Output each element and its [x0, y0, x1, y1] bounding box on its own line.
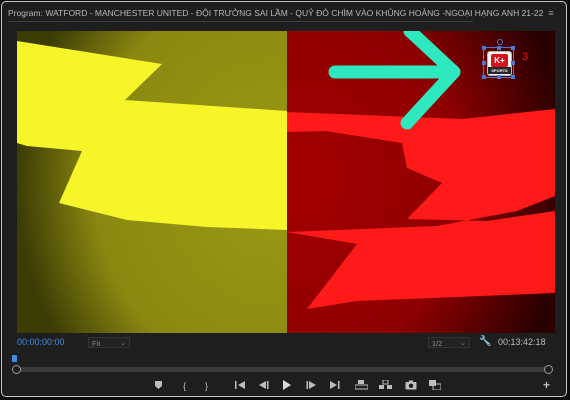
current-timecode[interactable]: 00:00:00:00	[17, 337, 65, 347]
scroll-handle-left[interactable]	[12, 365, 21, 374]
playback-resolution-label: 1/2	[432, 339, 443, 348]
resize-handle[interactable]	[511, 46, 515, 50]
time-ruler-bar[interactable]	[16, 367, 548, 372]
mark-out-icon[interactable]: }	[205, 380, 208, 392]
video-frame[interactable]: K+ SPORTS 3	[17, 31, 555, 333]
mark-in-icon[interactable]: {	[183, 380, 186, 392]
step-forward-icon[interactable]	[306, 380, 317, 393]
add-marker-icon[interactable]	[154, 380, 163, 393]
step-back-icon[interactable]	[258, 380, 269, 393]
go-to-in-icon[interactable]	[235, 380, 246, 393]
resize-handle[interactable]	[511, 75, 515, 79]
extract-icon[interactable]	[379, 379, 392, 393]
resize-handle[interactable]	[497, 46, 501, 50]
panel-title-bar[interactable]: Program: WATFORD - MANCHESTER UNITED - Đ…	[8, 5, 560, 21]
chevron-down-icon: ⌄	[120, 340, 126, 347]
kplus-sports-logo: K+ SPORTS	[487, 51, 512, 76]
panel-title: Program: WATFORD - MANCHESTER UNITED - Đ…	[8, 8, 544, 18]
logo-kplus-text: K+	[491, 54, 508, 67]
zoom-fit-label: Fit	[92, 339, 101, 348]
title-underline	[8, 21, 473, 22]
play-icon[interactable]	[281, 380, 292, 393]
resize-handle[interactable]	[497, 75, 501, 79]
video-frame-graphic	[17, 31, 555, 333]
logo-index-label: 3	[522, 51, 529, 63]
rotate-handle[interactable]	[497, 39, 503, 45]
export-frame-icon[interactable]	[405, 380, 417, 393]
resize-handle[interactable]	[482, 75, 486, 79]
lift-icon[interactable]	[354, 380, 369, 393]
comparison-view-icon[interactable]	[429, 380, 442, 393]
go-to-out-icon[interactable]	[329, 380, 340, 393]
button-editor-add-icon[interactable]: +	[543, 378, 550, 392]
resize-handle[interactable]	[482, 46, 486, 50]
logo-selection-box[interactable]: K+ SPORTS	[482, 39, 515, 79]
wrench-settings-icon[interactable]: 🔧	[479, 336, 491, 347]
scroll-handle-right[interactable]	[544, 365, 553, 374]
duration-timecode: 00:13:42:18	[498, 337, 546, 347]
resize-handle[interactable]	[482, 61, 486, 65]
logo-sports-text: SPORTS	[488, 67, 511, 74]
resize-handle[interactable]	[511, 61, 515, 65]
playhead[interactable]	[12, 355, 17, 362]
playback-resolution-select[interactable]: 1/2 ⌄	[428, 337, 470, 348]
zoom-fit-select[interactable]: Fit ⌄	[88, 337, 130, 348]
program-monitor-panel: Program: WATFORD - MANCHESTER UNITED - Đ…	[1, 1, 567, 397]
panel-menu-icon[interactable]: ≡	[548, 8, 553, 18]
chevron-down-icon: ⌄	[460, 340, 466, 347]
